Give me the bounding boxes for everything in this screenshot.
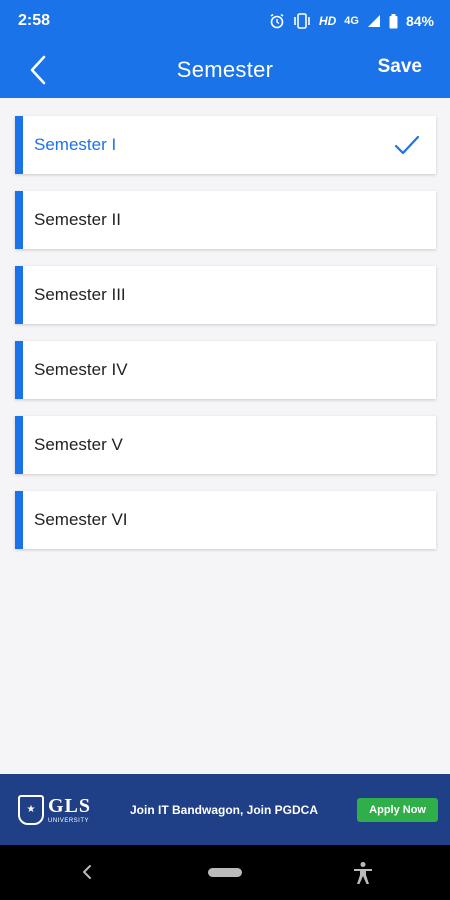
crest-icon: ★ bbox=[18, 794, 44, 825]
semester-item-6[interactable]: Semester VI bbox=[15, 491, 436, 549]
nav-home-pill[interactable] bbox=[208, 868, 242, 877]
save-button[interactable]: Save bbox=[378, 56, 422, 78]
semester-item-1[interactable]: Semester I bbox=[15, 116, 436, 174]
semester-label: Semester I bbox=[34, 135, 117, 154]
status-bar: 2:58 HD 4G 84% bbox=[0, 0, 450, 42]
semester-label: Semester II bbox=[34, 210, 121, 229]
ad-headline: Join IT Bandwagon, Join PGDCA bbox=[130, 802, 319, 817]
semester-label: Semester III bbox=[34, 285, 126, 304]
system-nav-bar bbox=[0, 845, 450, 900]
apply-now-button[interactable]: Apply Now bbox=[357, 797, 438, 822]
item-accent-bar bbox=[15, 266, 23, 324]
battery-level: 84% bbox=[405, 13, 434, 29]
chevron-left-icon bbox=[30, 55, 46, 85]
status-time: 2:58 bbox=[18, 12, 51, 29]
semester-item-2[interactable]: Semester II bbox=[15, 191, 436, 249]
battery-icon bbox=[389, 13, 398, 28]
item-accent-bar bbox=[15, 116, 23, 174]
network-type: 4G bbox=[344, 15, 359, 27]
gls-logo: ★ GLS UNIVERSITY bbox=[18, 790, 114, 830]
semester-item-3[interactable]: Semester III bbox=[15, 266, 436, 324]
signal-icon bbox=[367, 15, 380, 27]
logo-subtext: UNIVERSITY bbox=[48, 817, 90, 824]
alarm-icon bbox=[270, 13, 284, 29]
semester-label: Semester VI bbox=[34, 510, 128, 529]
hd-indicator: HD bbox=[318, 14, 337, 28]
semester-label: Semester V bbox=[34, 435, 123, 454]
logo-name: GLS bbox=[48, 794, 92, 817]
item-accent-bar bbox=[15, 491, 23, 549]
semester-item-5[interactable]: Semester V bbox=[15, 416, 436, 474]
item-accent-bar bbox=[15, 191, 23, 249]
accessibility-icon[interactable] bbox=[352, 861, 374, 885]
semester-label: Semester IV bbox=[34, 360, 128, 379]
nav-back-icon[interactable] bbox=[80, 863, 94, 881]
item-accent-bar bbox=[15, 341, 23, 399]
semester-item-4[interactable]: Semester IV bbox=[15, 341, 436, 399]
status-icons: HD 4G 84% bbox=[269, 13, 434, 29]
vibrate-icon bbox=[294, 13, 310, 29]
check-icon bbox=[394, 135, 420, 155]
semester-list: Semester I Semester II Semester III Seme… bbox=[15, 116, 436, 566]
back-button[interactable] bbox=[22, 54, 54, 86]
app-bar: Semester Save bbox=[0, 42, 450, 98]
page-title: Semester bbox=[176, 57, 274, 82]
ad-banner[interactable]: ★ GLS UNIVERSITY Join IT Bandwagon, Join… bbox=[0, 774, 450, 845]
item-accent-bar bbox=[15, 416, 23, 474]
